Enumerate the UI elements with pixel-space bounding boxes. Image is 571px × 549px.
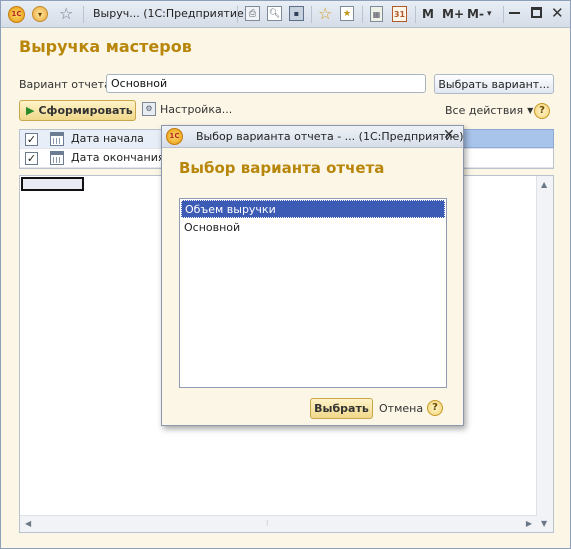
settings-icon: ⚙ bbox=[142, 102, 156, 116]
chevron-down-icon: ▼ bbox=[527, 106, 534, 115]
favorites-star-icon[interactable]: ☆ bbox=[59, 4, 73, 23]
dialog-title-bar: 1С Выбор варианта отчета - ... (1С:Предп… bbox=[162, 126, 464, 148]
memory-plus-button[interactable]: M+ bbox=[442, 7, 464, 21]
variant-list[interactable]: Объем выручки Основной bbox=[179, 198, 447, 388]
all-actions-label: Все действия bbox=[445, 104, 524, 117]
add-favorite-icon[interactable]: ☆ bbox=[318, 4, 332, 23]
vertical-scrollbar[interactable]: ▲ ▼ bbox=[536, 176, 553, 532]
close-icon[interactable]: ✕ bbox=[551, 4, 564, 22]
toolbar-separator bbox=[415, 6, 416, 23]
calendar-icon[interactable]: 31 bbox=[392, 6, 407, 22]
param-label-start: Дата начала bbox=[71, 132, 144, 145]
toolbar-separator bbox=[362, 6, 363, 23]
dialog-title: Выбор варианта отчета - ... (1С:Предприя… bbox=[196, 130, 464, 143]
dialog-heading: Выбор варианта отчета bbox=[179, 159, 385, 177]
bookmark-icon[interactable]: ★ bbox=[340, 6, 354, 21]
settings-button[interactable]: ⚙ Настройка... bbox=[142, 102, 232, 116]
help-icon[interactable]: ? bbox=[534, 103, 550, 119]
generate-button-label: Сформировать bbox=[38, 104, 133, 117]
title-bar: 1С ▾ ☆ Выруч... (1С:Предприятие) ⎙ 🔍︎ ▪ … bbox=[1, 1, 570, 28]
toolbar-separator bbox=[311, 6, 312, 23]
scroll-grip-icon[interactable]: ⁝ bbox=[266, 519, 269, 528]
menu-dropdown-icon[interactable]: ▾ bbox=[32, 6, 48, 22]
scroll-right-icon[interactable]: ▶ bbox=[526, 519, 532, 528]
variant-label: Вариант отчета: bbox=[19, 78, 115, 91]
generate-button[interactable]: ▶ Сформировать bbox=[19, 100, 136, 121]
horizontal-scrollbar[interactable]: ◀ ⁝ ▶ bbox=[20, 515, 537, 532]
variant-dialog: 1С Выбор варианта отчета - ... (1С:Предп… bbox=[161, 125, 464, 426]
1c-logo-icon: 1С bbox=[166, 128, 183, 145]
settings-label: Настройка... bbox=[160, 102, 233, 116]
form-title: Выручка мастеров bbox=[19, 37, 192, 56]
calculator-icon[interactable]: ▦ bbox=[370, 6, 383, 22]
toolbar-more-icon[interactable]: ▾ bbox=[487, 9, 492, 19]
memory-button[interactable]: M bbox=[422, 7, 434, 21]
all-actions-menu[interactable]: Все действия ▼ bbox=[445, 104, 533, 117]
calendar-icon bbox=[50, 132, 64, 146]
param-label-end: Дата окончания bbox=[71, 151, 165, 164]
dialog-help-icon[interactable]: ? bbox=[427, 400, 443, 416]
scroll-up-icon[interactable]: ▲ bbox=[541, 180, 547, 189]
maximize-icon[interactable] bbox=[531, 7, 542, 18]
scroll-down-icon[interactable]: ▼ bbox=[541, 519, 547, 528]
list-item[interactable]: Объем выручки bbox=[181, 200, 445, 218]
select-button[interactable]: Выбрать bbox=[310, 398, 373, 419]
dialog-close-icon[interactable]: ✕ bbox=[443, 127, 455, 143]
cancel-button[interactable]: Отмена bbox=[379, 402, 423, 415]
variant-field[interactable]: Основной bbox=[106, 74, 426, 93]
minimize-icon[interactable] bbox=[509, 12, 520, 14]
save-icon[interactable]: ▪ bbox=[289, 6, 304, 21]
scroll-left-icon[interactable]: ◀ bbox=[25, 519, 31, 528]
param-checkbox-end[interactable]: ✓ bbox=[25, 152, 38, 165]
choose-variant-button[interactable]: Выбрать вариант... bbox=[434, 74, 554, 94]
toolbar-separator bbox=[83, 6, 84, 23]
toolbar-separator bbox=[237, 6, 238, 23]
print-preview-icon[interactable]: 🔍︎ bbox=[267, 6, 282, 21]
list-item[interactable]: Основной bbox=[181, 219, 445, 237]
main-window: 1С ▾ ☆ Выруч... (1С:Предприятие) ⎙ 🔍︎ ▪ … bbox=[0, 0, 571, 549]
window-title: Выруч... (1С:Предприятие) bbox=[93, 7, 249, 20]
active-cell[interactable] bbox=[21, 177, 84, 191]
param-checkbox-start[interactable]: ✓ bbox=[25, 133, 38, 146]
memory-minus-button[interactable]: M- bbox=[467, 7, 484, 21]
toolbar-separator bbox=[503, 6, 504, 23]
1c-logo-icon[interactable]: 1С bbox=[8, 6, 25, 23]
play-icon: ▶ bbox=[26, 104, 35, 117]
print-icon[interactable]: ⎙ bbox=[245, 6, 260, 21]
calendar-icon bbox=[50, 151, 64, 165]
